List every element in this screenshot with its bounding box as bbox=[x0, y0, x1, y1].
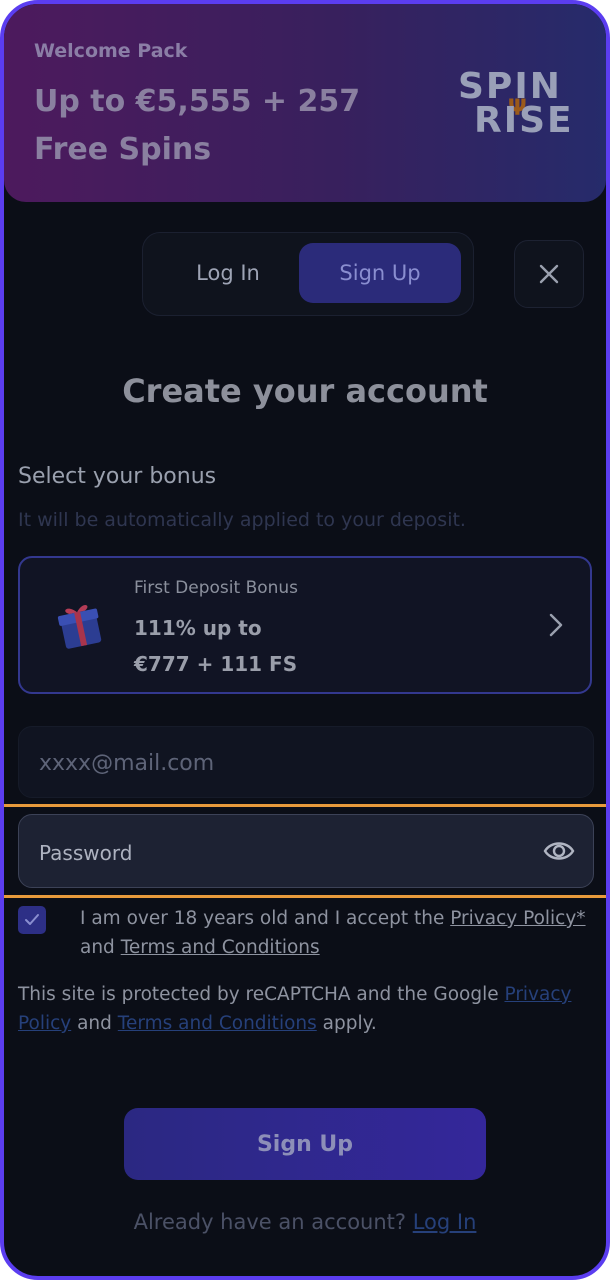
google-terms-link[interactable]: Terms and Conditions bbox=[118, 1013, 317, 1034]
login-prompt: Already have an account? Log In bbox=[4, 1210, 606, 1234]
banner-eyebrow: Welcome Pack bbox=[34, 40, 188, 62]
chevron-right-icon bbox=[549, 613, 563, 637]
bonus-card[interactable]: First Deposit Bonus 111% up to €777 + 11… bbox=[18, 556, 592, 694]
close-icon bbox=[539, 264, 559, 284]
tab-login[interactable]: Log In bbox=[157, 243, 299, 303]
banner-offer: Up to €5,555 + 257 Free Spins bbox=[34, 84, 361, 167]
checkmark-icon bbox=[25, 914, 39, 925]
tab-signup[interactable]: Sign Up bbox=[299, 243, 461, 303]
bonus-subheading: It will be automatically applied to your… bbox=[18, 509, 466, 531]
email-value: xxxx@mail.com bbox=[39, 751, 215, 776]
gift-icon bbox=[57, 605, 102, 649]
signup-submit-button[interactable]: Sign Up bbox=[124, 1108, 486, 1180]
bonus-card-extra: €777 + 111 FS bbox=[134, 652, 298, 676]
eye-icon[interactable] bbox=[543, 837, 575, 865]
highlight-line-top bbox=[4, 804, 606, 807]
welcome-banner[interactable]: Welcome Pack Up to €5,555 + 257 Free Spi… bbox=[4, 4, 606, 202]
recaptcha-text-c: apply. bbox=[316, 1013, 377, 1034]
password-field[interactable]: Password bbox=[18, 814, 594, 888]
highlight-line-bottom bbox=[4, 895, 606, 898]
logo-line-2: RISE bbox=[474, 100, 574, 141]
bonus-card-amount: 111% up to bbox=[134, 616, 262, 640]
bonus-heading: Select your bonus bbox=[18, 464, 217, 489]
terms-text-b: and bbox=[80, 937, 121, 958]
privacy-policy-link[interactable]: Privacy Policy* bbox=[450, 908, 585, 929]
bonus-card-label: First Deposit Bonus bbox=[134, 578, 299, 598]
close-button[interactable] bbox=[514, 240, 584, 308]
recaptcha-text-b: and bbox=[71, 1013, 118, 1034]
login-link[interactable]: Log In bbox=[413, 1210, 477, 1234]
password-placeholder: Password bbox=[39, 841, 133, 865]
recaptcha-notice: This site is protected by reCAPTCHA and … bbox=[18, 980, 602, 1038]
terms-label: I am over 18 years old and I accept the … bbox=[80, 904, 600, 962]
auth-tabs: Log In Sign Up bbox=[142, 232, 474, 316]
email-field[interactable]: xxxx@mail.com bbox=[18, 726, 594, 798]
brand-logo: SPIN Ψ RISE bbox=[456, 66, 586, 144]
terms-text-a: I am over 18 years old and I accept the bbox=[80, 908, 451, 929]
recaptcha-text-a: This site is protected by reCAPTCHA and … bbox=[18, 984, 505, 1005]
terms-conditions-link[interactable]: Terms and Conditions bbox=[121, 937, 320, 958]
page-title: Create your account bbox=[122, 372, 488, 410]
app-frame: Welcome Pack Up to €5,555 + 257 Free Spi… bbox=[0, 0, 610, 1280]
login-prompt-text: Already have an account? bbox=[133, 1210, 413, 1234]
terms-checkbox[interactable] bbox=[18, 906, 46, 934]
